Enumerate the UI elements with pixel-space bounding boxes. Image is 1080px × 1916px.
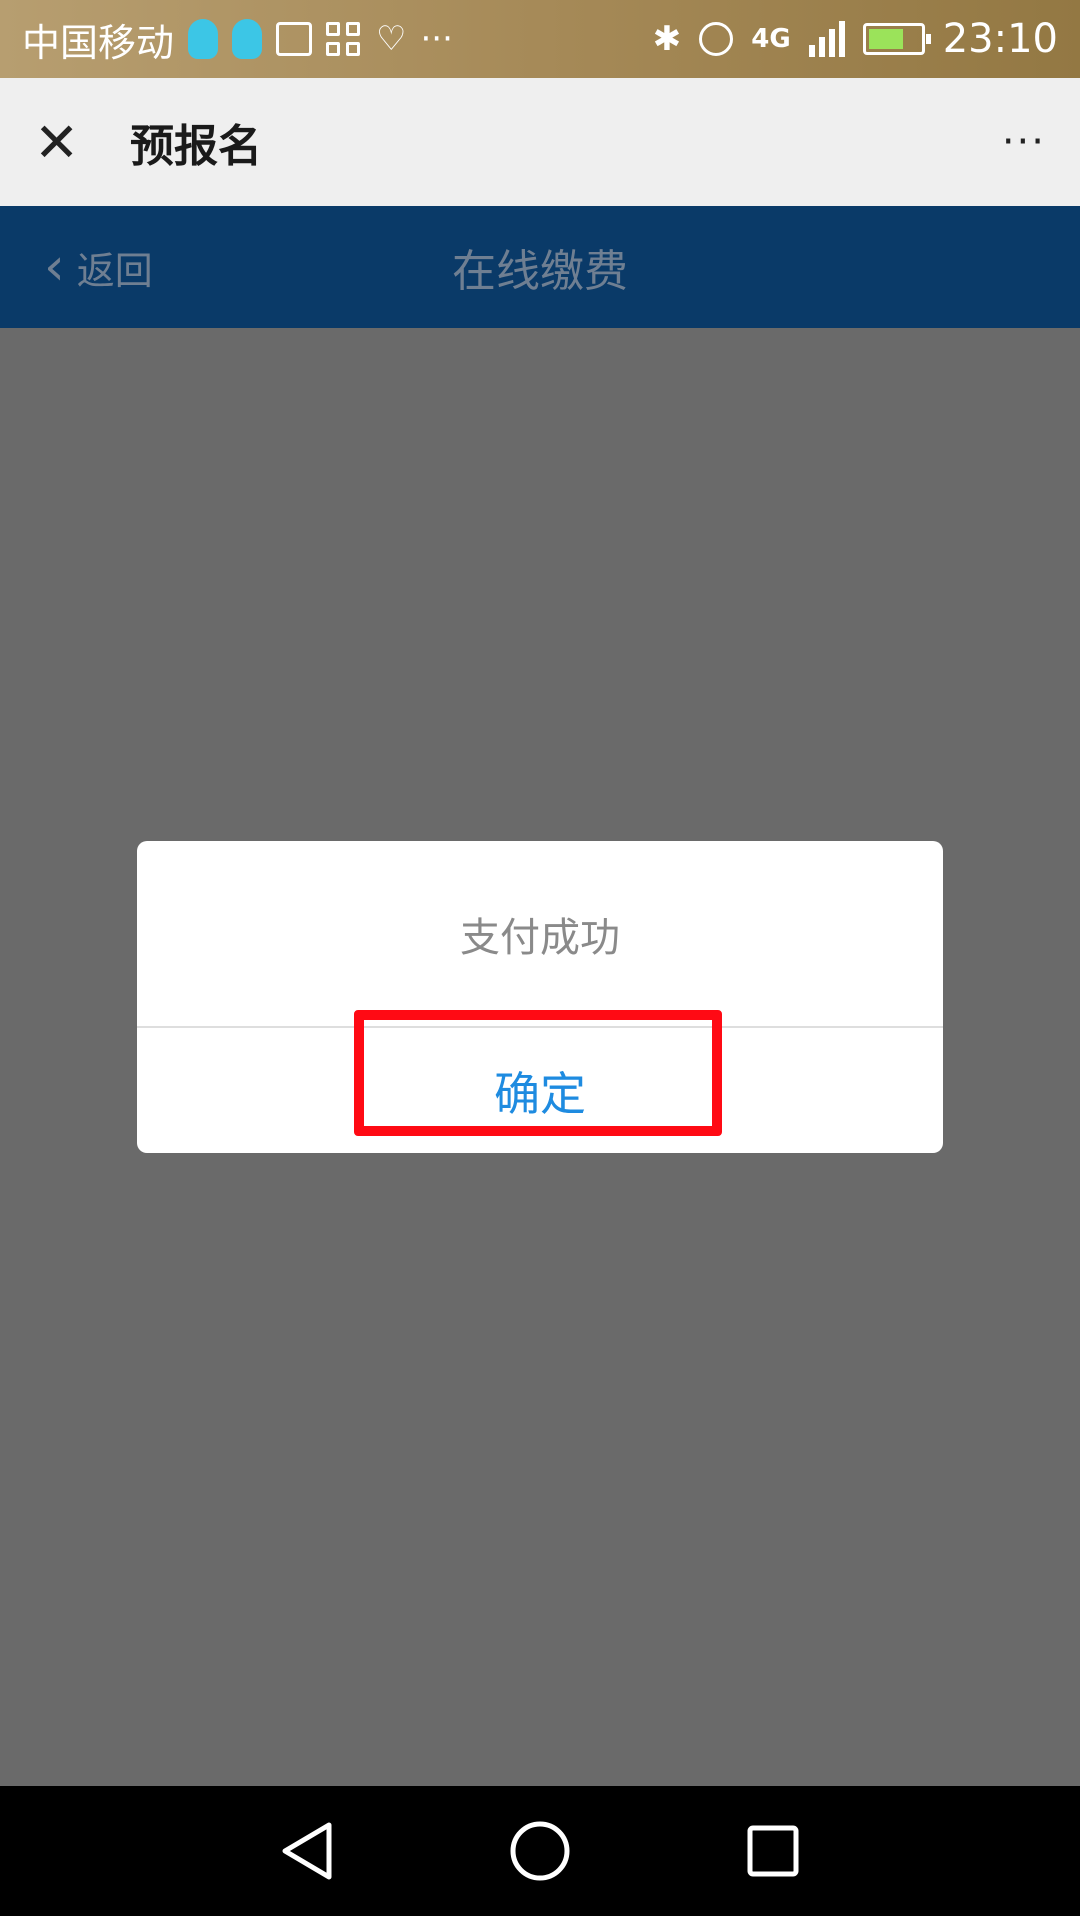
apps-grid-icon [326, 22, 362, 56]
signal-strength-icon [808, 21, 845, 57]
status-bar: 中国移动 ♡ ··· ✱ 4G 23:10 [0, 0, 1080, 78]
gallery-icon [276, 22, 313, 56]
more-options-icon[interactable]: ··· [1002, 119, 1046, 165]
dialog-message: 支付成功 [460, 914, 620, 961]
back-label: 返回 [76, 248, 153, 293]
back-button[interactable]: ‹ 返回 [44, 237, 153, 297]
carrier-name: 中国移动 [22, 20, 175, 65]
chevron-left-icon: ‹ [44, 237, 65, 297]
nav-back-icon[interactable] [272, 1816, 342, 1886]
nav-home-icon[interactable] [505, 1816, 575, 1886]
highlight-box [354, 1010, 722, 1136]
qq-notification-icon [188, 19, 219, 59]
qq-notification-icon-2 [232, 19, 263, 59]
nav-recents-icon[interactable] [738, 1816, 808, 1886]
wechat-title-bar: ✕ 预报名 ··· [0, 78, 1080, 206]
header-title: 在线缴费 [452, 246, 628, 297]
android-nav-bar [0, 1786, 1080, 1916]
alarm-clock-icon [699, 22, 734, 56]
network-type: 4G [751, 24, 791, 54]
bluetooth-icon: ✱ [652, 19, 682, 59]
battery-charging-icon [862, 23, 931, 55]
health-heart-icon: ♡ [376, 19, 407, 59]
page-header: ‹ 返回 在线缴费 [0, 206, 1080, 328]
page-title: 预报名 [130, 121, 262, 172]
more-notifications-icon: ··· [420, 19, 453, 59]
clock-time: 23:10 [942, 16, 1058, 62]
close-icon[interactable]: ✕ [34, 111, 90, 174]
